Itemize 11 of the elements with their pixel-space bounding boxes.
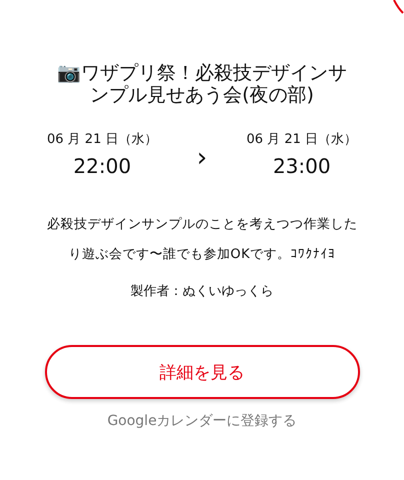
end-time: 23:00 [272, 154, 331, 178]
calendar-link[interactable]: Googleカレンダーに登録する [107, 412, 297, 430]
event-title: 📷ワザプリ祭！必殺技デザインサンプル見せあう会(夜の部) [56, 62, 348, 106]
event-description: 必殺技デザインサンプルのことを考えつつ作業したり遊ぶ会です〜誰でも参加OKです。ｺﾜｸﾅｲﾖ [46, 216, 358, 264]
details-button[interactable]: 詳細を見る [44, 345, 360, 399]
ring-edge-icon [392, 0, 404, 14]
start-date: 06 月 21 日（水） [47, 131, 158, 148]
end-date: 06 月 21 日（水） [246, 131, 357, 148]
author-text: 製作者：ぬくいゆっくら [130, 283, 274, 300]
start-time: 22:00 [73, 154, 132, 178]
arrow-separator: › [196, 143, 208, 173]
